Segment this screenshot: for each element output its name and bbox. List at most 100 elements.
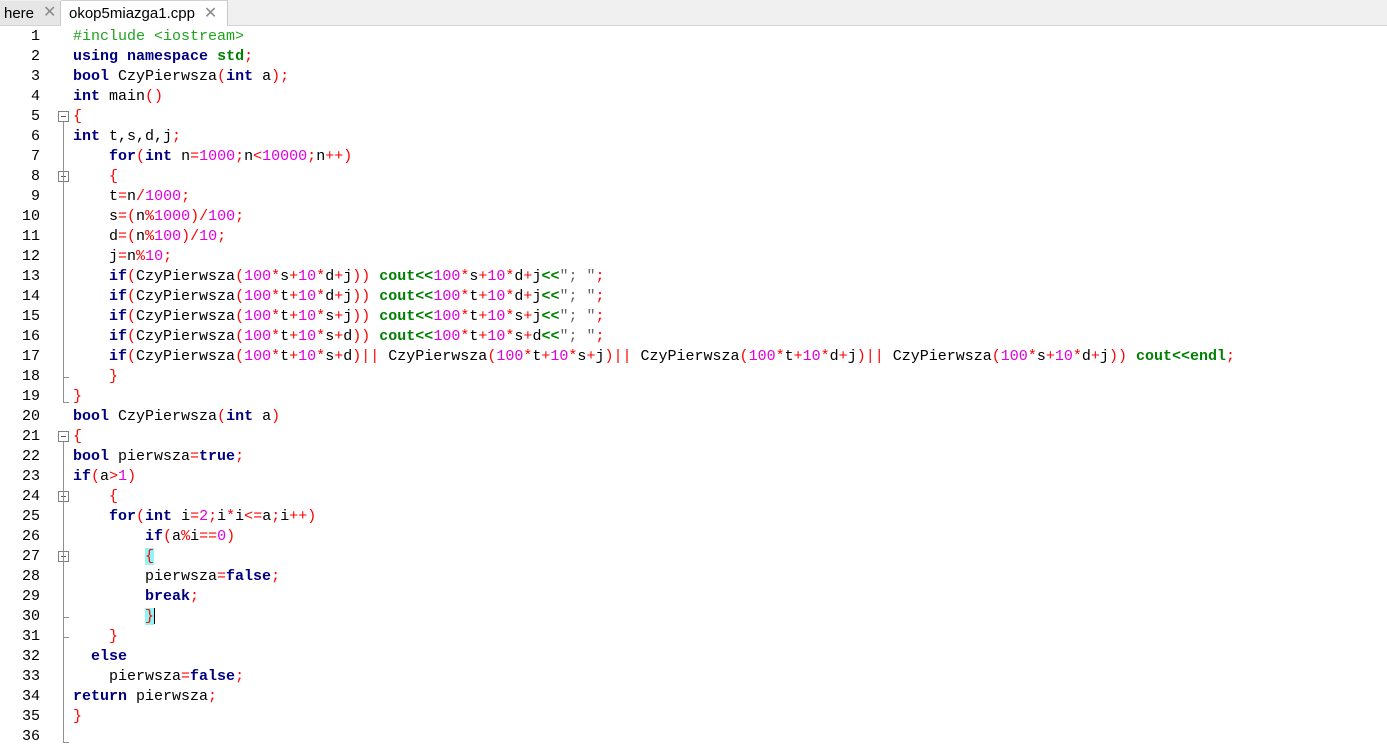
line-number: 10	[21, 208, 40, 225]
line-number: 11	[21, 228, 40, 245]
tab-here[interactable]: here ✕	[0, 1, 61, 25]
code-line[interactable]: 11 d=(n%100)/10;	[0, 227, 1387, 247]
code-line[interactable]: 36	[0, 727, 1387, 747]
tab-bar: here ✕ okop5miazga1.cpp ✕	[0, 0, 1387, 26]
code-line[interactable]: 7 for(int n=1000;n<10000;n++)	[0, 147, 1387, 167]
close-icon[interactable]: ✕	[204, 5, 217, 22]
code-line[interactable]: 10 s=(n%1000)/100;	[0, 207, 1387, 227]
code-line[interactable]: 31 }	[0, 627, 1387, 647]
code-line[interactable]: 15 if(CzyPierwsza(100*t+10*s+j)) cout<<1…	[0, 307, 1387, 327]
fold-guide-end	[63, 637, 69, 638]
code-text: if(CzyPierwsza(100*t+10*s+d)) cout<<100*…	[109, 328, 605, 345]
code-text: bool pierwsza=true;	[73, 448, 245, 465]
code-line[interactable]: 28 pierwsza=false;	[0, 567, 1387, 587]
code-text: pierwsza=false;	[73, 568, 281, 585]
code-text: }	[73, 388, 83, 405]
code-line[interactable]: 20 bool CzyPierwsza(int a)	[0, 407, 1387, 427]
line-number: 19	[21, 388, 40, 405]
code-line[interactable]: 4 int main()	[0, 87, 1387, 107]
code-line[interactable]: 13 if(CzyPierwsza(100*s+10*d+j)) cout<<1…	[0, 267, 1387, 287]
line-number: 7	[30, 148, 40, 165]
tab-okop5miazga1[interactable]: okop5miazga1.cpp ✕	[61, 0, 228, 26]
code-line[interactable]: 21 {	[0, 427, 1387, 447]
code-line[interactable]: 18 }	[0, 367, 1387, 387]
code-line[interactable]: 19}	[0, 387, 1387, 407]
line-number: 13	[21, 268, 40, 285]
line-number: 3	[30, 68, 40, 85]
fold-minus-icon[interactable]	[58, 111, 69, 122]
code-text: for(int i=2;i*i<=a;i++)	[109, 508, 317, 525]
code-line[interactable]: 35}	[0, 707, 1387, 727]
code-editor[interactable]: 1 #include <iostream> 2 using namespace std…	[0, 26, 1387, 750]
code-line[interactable]: 34 return pierwsza;	[0, 687, 1387, 707]
line-number: 15	[21, 308, 40, 325]
fold-minus-icon[interactable]	[58, 431, 69, 442]
code-line[interactable]: 30 }	[0, 607, 1387, 627]
code-line[interactable]: 23 if(a>1)	[0, 467, 1387, 487]
tab-label: here	[4, 4, 35, 22]
code-text: for(int n=1000;n<10000;n++)	[109, 148, 353, 165]
fold-guide-end	[63, 377, 69, 378]
line-number: 29	[21, 588, 40, 605]
code-text: j=n%10;	[73, 248, 173, 265]
tab-label: okop5miazga1.cpp	[69, 5, 195, 22]
line-number: 34	[21, 688, 40, 705]
code-text: int t,s,d,j;	[73, 128, 182, 145]
code-text: #include <iostream>	[73, 28, 245, 45]
brace-match-highlight: }	[145, 608, 155, 625]
code-line[interactable]: 6 int t,s,d,j;	[0, 127, 1387, 147]
code-line[interactable]: 27 {	[0, 547, 1387, 567]
code-line[interactable]: 33 pierwsza=false;	[0, 667, 1387, 687]
code-text: if(CzyPierwsza(100*t+10*s+j)) cout<<100*…	[109, 308, 605, 325]
code-text: int main()	[73, 88, 164, 105]
code-line[interactable]: 16 if(CzyPierwsza(100*t+10*s+d)) cout<<1…	[0, 327, 1387, 347]
code-line[interactable]: 12 j=n%10;	[0, 247, 1387, 267]
code-line[interactable]: 29 break;	[0, 587, 1387, 607]
line-number: 35	[21, 708, 40, 725]
line-number: 21	[21, 428, 40, 445]
code-line[interactable]: 2 using namespace std;	[0, 47, 1387, 67]
line-number: 23	[21, 468, 40, 485]
text-caret	[154, 608, 156, 625]
code-text: }	[109, 628, 119, 645]
code-line[interactable]: 25 for(int i=2;i*i<=a;i++)	[0, 507, 1387, 527]
code-line[interactable]: 22 bool pierwsza=true;	[0, 447, 1387, 467]
line-number: 5	[30, 108, 40, 125]
line-number: 27	[21, 548, 40, 565]
line-number: 17	[21, 348, 40, 365]
code-text: bool CzyPierwsza(int a)	[73, 408, 281, 425]
fold-guide	[63, 122, 64, 402]
code-text: }	[73, 607, 156, 627]
code-line[interactable]: 8 {	[0, 167, 1387, 187]
code-line[interactable]: 17 if(CzyPierwsza(100*t+10*s+d)|| CzyPie…	[0, 347, 1387, 367]
close-icon[interactable]: ✕	[43, 5, 56, 21]
fold-guide-end	[63, 742, 69, 743]
code-line[interactable]: 32 else	[0, 647, 1387, 667]
code-text: {	[109, 488, 119, 505]
code-line[interactable]: 3 bool CzyPierwsza(int a);	[0, 67, 1387, 87]
line-number: 8	[30, 168, 40, 185]
code-line[interactable]: 14 if(CzyPierwsza(100*t+10*d+j)) cout<<1…	[0, 287, 1387, 307]
code-text: {	[73, 547, 155, 567]
code-text: break;	[145, 588, 200, 605]
code-text: return pierwsza;	[73, 688, 218, 705]
code-line[interactable]: 1 #include <iostream>	[0, 27, 1387, 47]
code-line[interactable]: 24 {	[0, 487, 1387, 507]
line-number: 14	[21, 288, 40, 305]
line-number: 16	[21, 328, 40, 345]
code-text: s=(n%1000)/100;	[73, 208, 245, 225]
code-text: {	[73, 108, 83, 125]
code-text: pierwsza=false;	[73, 668, 245, 685]
line-number: 32	[21, 648, 40, 665]
line-number: 26	[21, 528, 40, 545]
line-number: 25	[21, 508, 40, 525]
code-text: if(CzyPierwsza(100*s+10*d+j)) cout<<100*…	[109, 268, 605, 285]
line-number: 4	[30, 88, 40, 105]
line-number: 9	[30, 188, 40, 205]
code-line[interactable]: 26 if(a%i==0)	[0, 527, 1387, 547]
line-number: 2	[30, 48, 40, 65]
line-number: 22	[21, 448, 40, 465]
line-number: 33	[21, 668, 40, 685]
code-line[interactable]: 9 t=n/1000;	[0, 187, 1387, 207]
code-line[interactable]: 5{	[0, 107, 1387, 127]
